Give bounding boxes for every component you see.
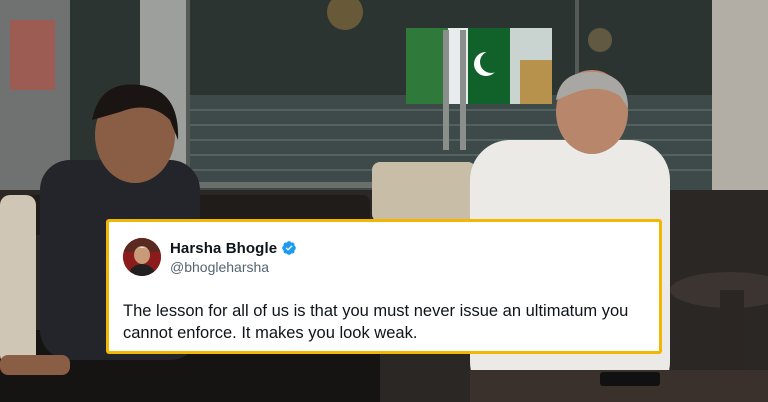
display-name[interactable]: Harsha Bhogle: [170, 240, 277, 257]
tweet-header: Harsha Bhogle @bhogleharsha: [123, 236, 645, 278]
avatar-photo-icon: [123, 238, 161, 276]
verified-badge-icon: [281, 240, 297, 256]
avatar[interactable]: [123, 238, 161, 276]
tweet-text: The lesson for all of us is that you mus…: [123, 302, 633, 342]
tweet-card: Harsha Bhogle @bhogleharsha The lesson f…: [106, 219, 662, 354]
name-row: Harsha Bhogle: [170, 238, 297, 258]
handle[interactable]: @bhogleharsha: [170, 258, 297, 276]
author-block: Harsha Bhogle @bhogleharsha: [170, 238, 297, 276]
